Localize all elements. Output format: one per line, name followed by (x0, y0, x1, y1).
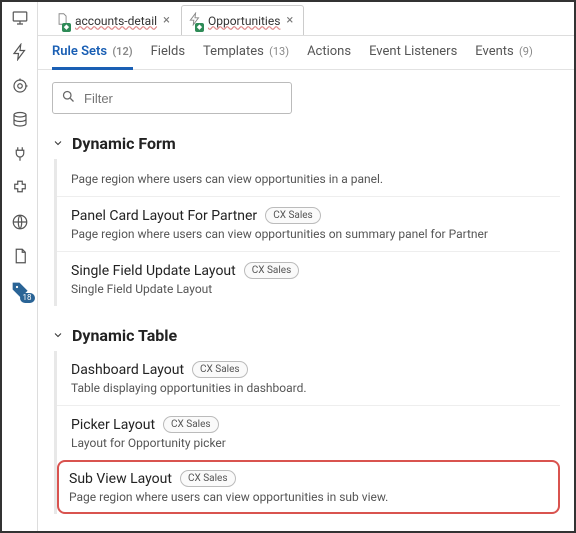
sub-tabs: Rule Sets (12) Fields Templates (13) Act… (38, 36, 574, 70)
monitor-icon[interactable] (10, 8, 30, 28)
subtab-label: Fields (151, 44, 185, 59)
filter-box[interactable] (52, 82, 292, 114)
form-items: Page region where users can view opportu… (54, 159, 560, 306)
subtab-label: Events (475, 44, 513, 59)
subtab-label: Rule Sets (52, 44, 107, 59)
tab-label: accounts-detail (75, 14, 157, 28)
section-title: Dynamic Table (72, 326, 177, 345)
list-item[interactable]: Page region where users can view opportu… (57, 159, 560, 196)
item-name: Single Field Update Layout (71, 263, 236, 279)
subtab-templates[interactable]: Templates (13) (203, 44, 289, 69)
item-desc: Layout for Opportunity picker (71, 436, 550, 450)
extension-icon[interactable] (10, 178, 30, 198)
subtab-events[interactable]: Events (9) (475, 44, 533, 69)
item-name: Panel Card Layout For Partner (71, 208, 257, 224)
chevron-down-icon (52, 134, 64, 153)
subtab-actions[interactable]: Actions (307, 44, 351, 69)
subtab-label: Event Listeners (369, 44, 457, 59)
item-name: Dashboard Layout (71, 362, 184, 378)
item-desc: Page region where users can view opportu… (71, 227, 550, 241)
bolt-icon[interactable] (10, 42, 30, 62)
chevron-down-icon (52, 326, 64, 345)
subtab-count: (9) (519, 45, 533, 58)
tab-opportunities[interactable]: ◆ Opportunities × (181, 5, 304, 35)
item-name: Sub View Layout (69, 471, 172, 487)
green-badge-icon: ◆ (195, 23, 204, 32)
list-item[interactable]: Single Field Update Layout CX Sales Sing… (57, 251, 560, 306)
left-iconbar: 18 (2, 2, 38, 531)
close-icon[interactable]: × (286, 13, 293, 28)
item-desc: Page region where users can view opportu… (69, 490, 548, 504)
tab-label: Opportunities (208, 14, 280, 28)
item-tag: CX Sales (163, 416, 219, 433)
item-desc: Page region where users can view opportu… (71, 172, 550, 186)
section-dynamic-form[interactable]: Dynamic Form (52, 128, 560, 159)
subtab-count: (13) (269, 45, 289, 58)
section-dynamic-table[interactable]: Dynamic Table (52, 320, 560, 351)
item-desc: Table displaying opportunities in dashbo… (71, 381, 550, 395)
item-tag: CX Sales (180, 470, 236, 487)
list-item[interactable]: Dashboard Layout CX Sales Table displayi… (57, 351, 560, 405)
tab-accounts-detail[interactable]: ◆ accounts-detail × (48, 5, 181, 35)
close-icon[interactable]: × (163, 13, 170, 28)
table-items: Dashboard Layout CX Sales Table displayi… (54, 351, 560, 514)
subtab-rule-sets[interactable]: Rule Sets (12) (52, 44, 133, 70)
subtab-event-listeners[interactable]: Event Listeners (369, 44, 457, 69)
plug-icon[interactable] (10, 144, 30, 164)
editor-tabs: ◆ accounts-detail × ◆ Opportunities × (38, 2, 574, 36)
item-tag: CX Sales (192, 361, 248, 378)
item-tag: CX Sales (244, 262, 300, 279)
green-badge-icon: ◆ (62, 23, 71, 32)
database-icon[interactable] (10, 110, 30, 130)
tag-badge: 18 (20, 293, 35, 303)
section-title: Dynamic Form (72, 134, 176, 153)
item-tag: CX Sales (265, 207, 321, 224)
list-item-sub-view[interactable]: Sub View Layout CX Sales Page region whe… (57, 460, 560, 514)
tag-icon[interactable]: 18 (10, 280, 30, 300)
globe-icon[interactable] (10, 212, 30, 232)
subtab-count: (12) (112, 45, 132, 58)
list-item[interactable]: Panel Card Layout For Partner CX Sales P… (57, 196, 560, 251)
item-name: Picker Layout (71, 417, 155, 433)
list-item[interactable]: Picker Layout CX Sales Layout for Opport… (57, 405, 560, 460)
filter-input[interactable] (82, 90, 283, 107)
subtab-label: Templates (203, 44, 264, 59)
subtab-fields[interactable]: Fields (151, 44, 185, 69)
document-icon[interactable] (10, 246, 30, 266)
search-icon (61, 89, 76, 108)
item-desc: Single Field Update Layout (71, 282, 550, 296)
target-icon[interactable] (10, 76, 30, 96)
subtab-label: Actions (307, 44, 351, 59)
